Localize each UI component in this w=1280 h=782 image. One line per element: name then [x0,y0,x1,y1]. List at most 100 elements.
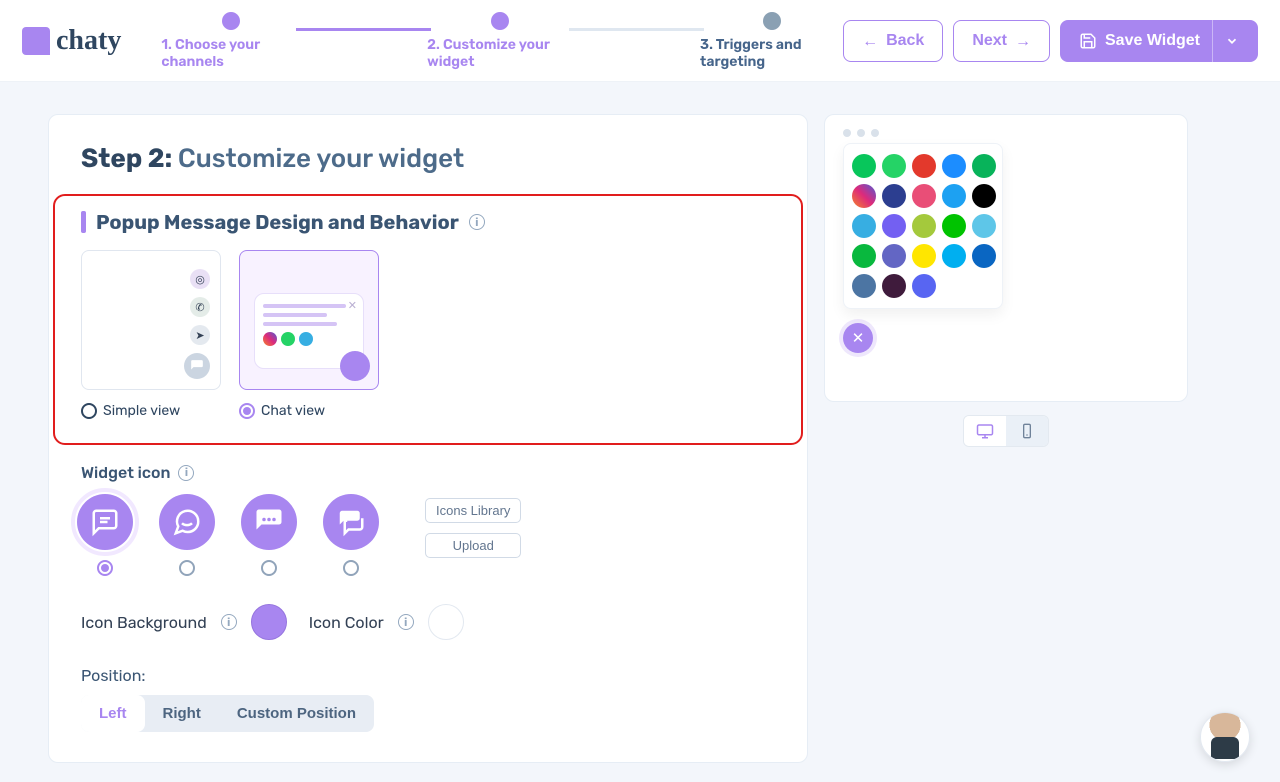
next-button[interactable]: Next [953,20,1050,62]
window-dots-icon [843,129,1177,137]
chat-launcher-icon [184,353,210,379]
linkedin-icon[interactable] [972,244,996,268]
widget-icon-option-4[interactable] [323,494,379,550]
vk-icon[interactable] [852,274,876,298]
device-desktop-button[interactable] [964,416,1006,446]
contact-icon[interactable] [882,184,906,208]
device-mobile-button[interactable] [1006,416,1048,446]
back-label: Back [886,32,924,50]
icon-color-label: Icon Color [309,613,384,632]
view-card-simple[interactable]: ◎ ✆ ➤ [81,250,221,390]
skype-icon[interactable] [942,244,966,268]
tiktok-icon[interactable] [972,184,996,208]
position-segment: Left Right Custom Position [81,695,374,732]
step-2[interactable]: 2. Customize your widget [427,12,573,70]
view-card-chat[interactable]: ✕ [239,250,379,390]
sms-icon[interactable] [912,184,936,208]
page-title: Step 2: Customize your widget [49,137,807,194]
whatsapp-icon[interactable] [882,154,906,178]
radio-icon[interactable] [97,560,113,576]
step-3[interactable]: 3. Triggers and targeting [700,12,843,70]
info-icon[interactable]: i [469,214,485,230]
radio-icon[interactable] [261,560,277,576]
step-line-icon [296,28,431,31]
info-icon[interactable]: i [178,465,194,481]
position-right[interactable]: Right [145,695,219,732]
logo-text: chaty [56,25,121,57]
messenger-icon[interactable] [942,154,966,178]
save-icon [1079,32,1097,50]
widget-icon-options: Icons Library Upload [49,494,807,576]
channels-grid [852,154,994,298]
custom-msg-icon[interactable] [912,214,936,238]
position-left[interactable]: Left [81,695,145,732]
twitter-icon[interactable] [942,184,966,208]
support-avatar-button[interactable] [1200,712,1250,762]
preview-panel: ✕ [824,114,1188,402]
accent-bar-icon [81,211,86,233]
teams-icon[interactable] [882,244,906,268]
radio-label: Simple view [103,402,180,419]
chat-close-button[interactable]: ✕ [843,323,873,353]
radio-label: Chat view [261,402,325,419]
radio-chat-view[interactable]: Chat view [239,402,379,419]
save-dropdown-icon[interactable] [1212,20,1239,62]
icon-color-swatch[interactable] [428,604,464,640]
title-text: Customize your widget [178,143,464,174]
view-options: ◎ ✆ ➤ Simple view ✕ [81,250,775,419]
viber-icon[interactable] [882,214,906,238]
radio-simple-view[interactable]: Simple view [81,402,221,419]
widget-icon-option-3[interactable] [241,494,297,550]
instagram-icon[interactable] [852,184,876,208]
nav-buttons: Back Next Save Widget [843,20,1258,62]
icon-bg-swatch[interactable] [251,604,287,640]
title-prefix: Step 2: [81,143,172,174]
info-icon[interactable]: i [398,614,414,630]
step-dot-icon [491,12,509,30]
chat-icon[interactable] [972,214,996,238]
back-button[interactable]: Back [843,20,943,62]
section-title-text: Popup Message Design and Behavior [96,210,459,234]
radio-icon [239,403,255,419]
close-icon: ✕ [348,299,357,312]
snapchat-icon[interactable] [912,244,936,268]
radio-icon [81,403,97,419]
location-icon[interactable] [972,154,996,178]
telegram-icon [299,332,313,346]
instagram-icon [263,332,277,346]
position-custom[interactable]: Custom Position [219,695,374,732]
widget-icon-option-2[interactable] [159,494,215,550]
save-widget-button[interactable]: Save Widget [1060,20,1258,62]
upload-button[interactable]: Upload [425,533,521,558]
topbar: chaty 1. Choose your channels 2. Customi… [0,0,1280,82]
radio-icon[interactable] [343,560,359,576]
slack-icon[interactable] [882,274,906,298]
telegram-icon: ➤ [190,325,210,345]
info-icon[interactable]: i [221,614,237,630]
chat-launcher-icon [340,351,370,381]
main: Step 2: Customize your widget Popup Mess… [0,82,1280,763]
radio-icon[interactable] [179,560,195,576]
icon-colors-row: Icon Background i Icon Color i [49,604,807,640]
save-label: Save Widget [1105,32,1200,50]
icons-library-button[interactable]: Icons Library [425,498,521,523]
popup-design-section: Popup Message Design and Behavior i ◎ ✆ … [53,194,803,445]
settings-panel: Step 2: Customize your widget Popup Mess… [48,114,808,763]
widget-icon-option-1[interactable] [77,494,133,550]
telegram-icon[interactable] [852,214,876,238]
discord-icon[interactable] [912,274,936,298]
step-1[interactable]: 1. Choose your channels [161,12,300,70]
widget-icon-label: Widget icon i [49,463,807,482]
section-title: Popup Message Design and Behavior i [81,210,775,234]
next-label: Next [972,32,1007,50]
email-icon[interactable] [912,154,936,178]
phone-icon[interactable] [852,154,876,178]
line-icon[interactable] [942,214,966,238]
step-label: 2. Customize your widget [427,36,573,70]
logo[interactable]: chaty [22,25,121,57]
instagram-icon: ◎ [190,269,210,289]
wechat-icon[interactable] [852,244,876,268]
step-label: 1. Choose your channels [161,36,300,70]
arrow-right-icon [1015,33,1031,49]
icon-bg-label: Icon Background [81,613,207,632]
